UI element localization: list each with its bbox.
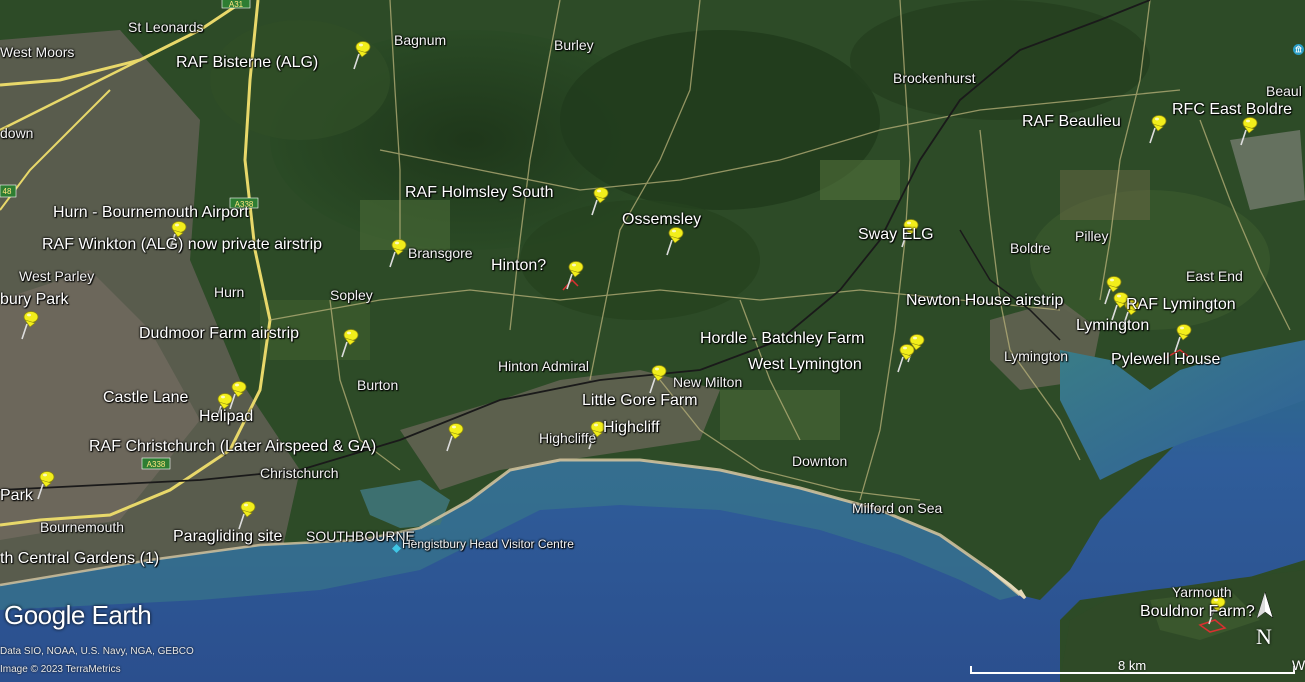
road-shield-a338-south: A338: [141, 457, 171, 470]
pushpin-glyph: [588, 421, 606, 450]
pushpin-glyph: [1149, 115, 1167, 144]
visitor-centre-icon[interactable]: [392, 540, 401, 553]
pushpin-glyph: [21, 311, 39, 340]
pushpin-glyph: [666, 227, 684, 256]
pushpin-icon[interactable]: [18, 310, 40, 340]
road-shield-a31: A31: [221, 0, 251, 9]
svg-text:A31: A31: [229, 0, 244, 9]
pushpin-icon[interactable]: [338, 328, 360, 358]
pushpin-glyph: [1240, 117, 1258, 146]
svg-text:A338: A338: [147, 460, 166, 469]
pushpin-icon[interactable]: [1237, 116, 1259, 146]
map-view[interactable]: A31 A338 A338 48 RAF Bisterne (ALG) RAF …: [0, 0, 1305, 682]
pushpin-icon[interactable]: [386, 238, 408, 268]
google-earth-logo: Google Earth: [4, 600, 152, 630]
scale-label: 8 km: [1118, 658, 1147, 673]
image-credit: Image © 2023 TerraMetrics: [0, 664, 121, 675]
pushpin-glyph: [649, 365, 667, 394]
landmark-icon[interactable]: [1293, 42, 1304, 55]
pushpin-icon[interactable]: [212, 392, 234, 422]
pushpin-icon[interactable]: [898, 218, 920, 248]
scale-bar: 8 km: [970, 656, 1295, 676]
pushpin-icon[interactable]: [1171, 323, 1193, 353]
pushpin-icon[interactable]: [1205, 595, 1227, 625]
svg-text:A338: A338: [235, 200, 254, 209]
compass-label: N: [1256, 624, 1272, 649]
pushpin-glyph: [1174, 324, 1192, 353]
compass-north-icon[interactable]: N: [1248, 590, 1282, 654]
pushpin-glyph: [353, 41, 371, 70]
pushpin-glyph: [591, 187, 609, 216]
pushpin-icon[interactable]: [894, 343, 916, 373]
pushpin-icon[interactable]: [646, 364, 668, 394]
pushpin-icon[interactable]: [34, 470, 56, 500]
edge-letter: W: [1292, 657, 1305, 673]
pushpin-icon[interactable]: [350, 40, 372, 70]
road-shield-a338-north: A338: [229, 197, 259, 209]
pushpin-glyph: [901, 219, 919, 248]
north-arrow-icon: [1256, 591, 1274, 619]
svg-text:48: 48: [3, 187, 12, 196]
pushpin-glyph: [446, 423, 464, 452]
pushpin-glyph: [1208, 596, 1226, 625]
pushpin-glyph: [215, 393, 233, 422]
road-shield-48: 48: [0, 184, 17, 198]
pushpin-glyph: [37, 471, 55, 500]
pushpin-glyph: [897, 344, 915, 373]
pushpin-icon[interactable]: [585, 420, 607, 450]
pushpin-icon[interactable]: [588, 186, 610, 216]
pushpin-icon[interactable]: [663, 226, 685, 256]
pushpin-glyph: [389, 239, 407, 268]
pushpin-icon[interactable]: [1146, 114, 1168, 144]
pushpin-icon[interactable]: [443, 422, 465, 452]
pushpin-glyph: [566, 261, 584, 290]
pushpin-icon[interactable]: [235, 500, 257, 530]
data-credit: Data SIO, NOAA, U.S. Navy, NGA, GEBCO: [0, 646, 194, 657]
pushpin-icon[interactable]: [166, 220, 188, 250]
pushpin-icon[interactable]: [563, 260, 585, 290]
pushpin-icon[interactable]: [1119, 298, 1141, 328]
pushpin-glyph: [1122, 299, 1140, 328]
pushpin-glyph: [238, 501, 256, 530]
pushpin-glyph: [341, 329, 359, 358]
pushpin-glyph: [169, 221, 187, 250]
satellite-imagery: A31 A338 A338 48: [0, 0, 1305, 682]
